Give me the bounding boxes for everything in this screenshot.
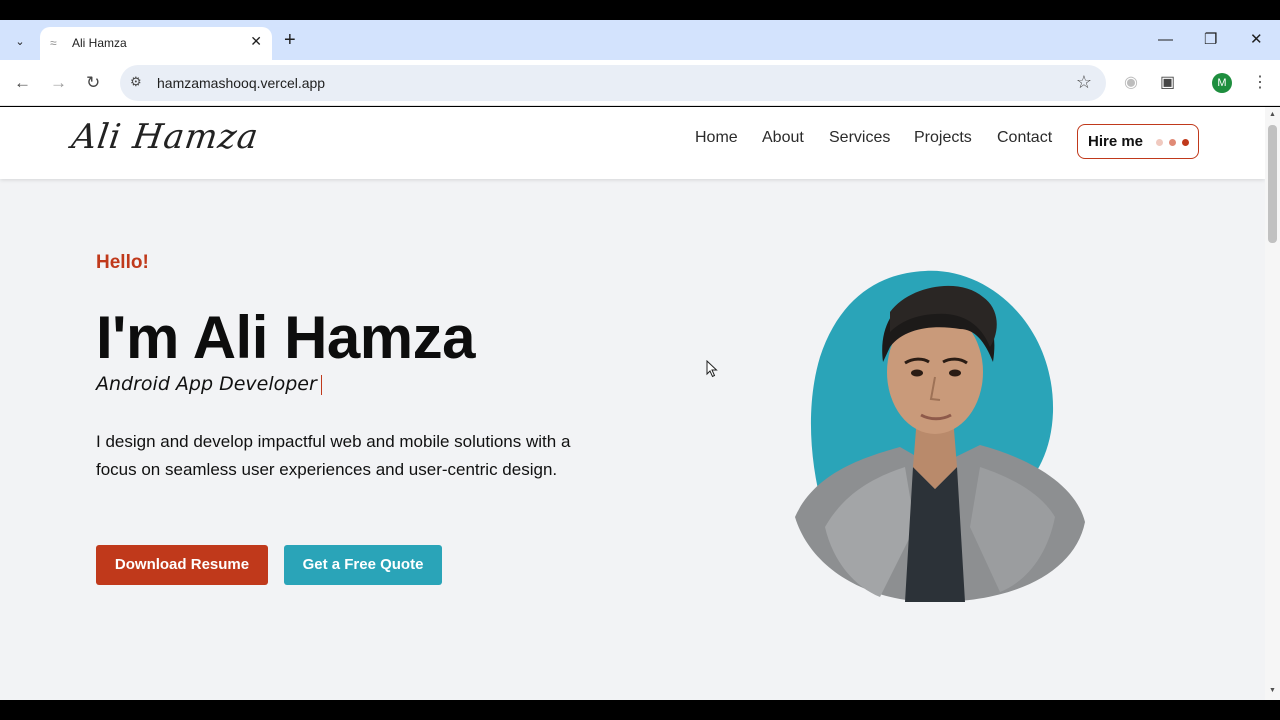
- web-page: Ali Hamza Home About Services Projects C…: [0, 107, 1265, 700]
- dot-icon: [1169, 139, 1176, 146]
- tab-strip: ⌄ ≈ Ali Hamza ✕ + — ❐ ✕: [0, 20, 1280, 60]
- back-icon[interactable]: ←: [14, 71, 31, 95]
- hero-role-text: Android App Developer: [96, 373, 317, 395]
- site-logo[interactable]: Ali Hamza: [69, 117, 261, 157]
- minimize-icon[interactable]: —: [1158, 28, 1173, 52]
- hero-greeting: Hello!: [96, 252, 149, 273]
- plus-icon[interactable]: +: [284, 28, 296, 52]
- star-icon[interactable]: ☆: [1076, 72, 1092, 93]
- active-tab[interactable]: ≈ Ali Hamza ✕: [40, 27, 272, 60]
- forward-icon[interactable]: →: [50, 71, 67, 95]
- download-resume-button[interactable]: Download Resume: [96, 545, 268, 585]
- nav-services[interactable]: Services: [829, 129, 890, 147]
- browser-toolbar: ← → ↻ ⚙ hamzamashooq.vercel.app ☆ ◉ ▣ M …: [0, 60, 1280, 106]
- site-header: Ali Hamza Home About Services Projects C…: [0, 107, 1265, 179]
- nav-projects[interactable]: Projects: [914, 129, 972, 147]
- eye: [911, 369, 923, 377]
- menu-icon[interactable]: ⋮: [1252, 72, 1268, 94]
- close-window-icon[interactable]: ✕: [1250, 28, 1263, 52]
- url-text[interactable]: hamzamashooq.vercel.app: [157, 75, 325, 91]
- scroll-thumb[interactable]: [1268, 125, 1277, 243]
- close-icon[interactable]: ✕: [250, 33, 262, 50]
- hire-me-button[interactable]: Hire me: [1077, 124, 1199, 159]
- extension-icon[interactable]: ◉: [1124, 72, 1138, 94]
- eye: [949, 369, 961, 377]
- nav-home[interactable]: Home: [695, 129, 738, 147]
- dot-icon: [1182, 139, 1189, 146]
- hero-role: Android App Developer: [96, 373, 322, 395]
- hire-me-label: Hire me: [1088, 133, 1144, 150]
- scroll-down-icon[interactable]: ▼: [1269, 687, 1276, 694]
- nav-about[interactable]: About: [762, 129, 804, 147]
- site-info-icon[interactable]: ⚙: [130, 74, 142, 90]
- reload-icon[interactable]: ↻: [86, 71, 100, 95]
- address-bar[interactable]: ⚙ hamzamashooq.vercel.app ☆: [120, 65, 1106, 101]
- tab-title: Ali Hamza: [72, 36, 127, 50]
- nav-contact[interactable]: Contact: [997, 129, 1052, 147]
- scroll-up-icon[interactable]: ▲: [1269, 111, 1276, 118]
- restore-icon[interactable]: ❐: [1204, 28, 1217, 52]
- tab-search-icon[interactable]: ⌄: [8, 29, 32, 53]
- favicon-icon: ≈: [50, 36, 57, 50]
- free-quote-button[interactable]: Get a Free Quote: [284, 545, 442, 585]
- hero-name: I'm Ali Hamza: [96, 304, 476, 371]
- typing-cursor: [320, 374, 322, 395]
- hero-description: I design and develop impactful web and m…: [96, 432, 571, 479]
- profile-photo: [795, 270, 1085, 602]
- page-scrollbar[interactable]: ▲ ▼: [1265, 107, 1280, 700]
- avatar[interactable]: M: [1212, 73, 1232, 93]
- screen: ⌄ ≈ Ali Hamza ✕ + — ❐ ✕ ← → ↻ ⚙ hamzamas…: [0, 0, 1280, 720]
- mouse-pointer-icon: [706, 360, 718, 378]
- puzzle-icon[interactable]: ▣: [1160, 72, 1175, 94]
- dot-icon: [1156, 139, 1163, 146]
